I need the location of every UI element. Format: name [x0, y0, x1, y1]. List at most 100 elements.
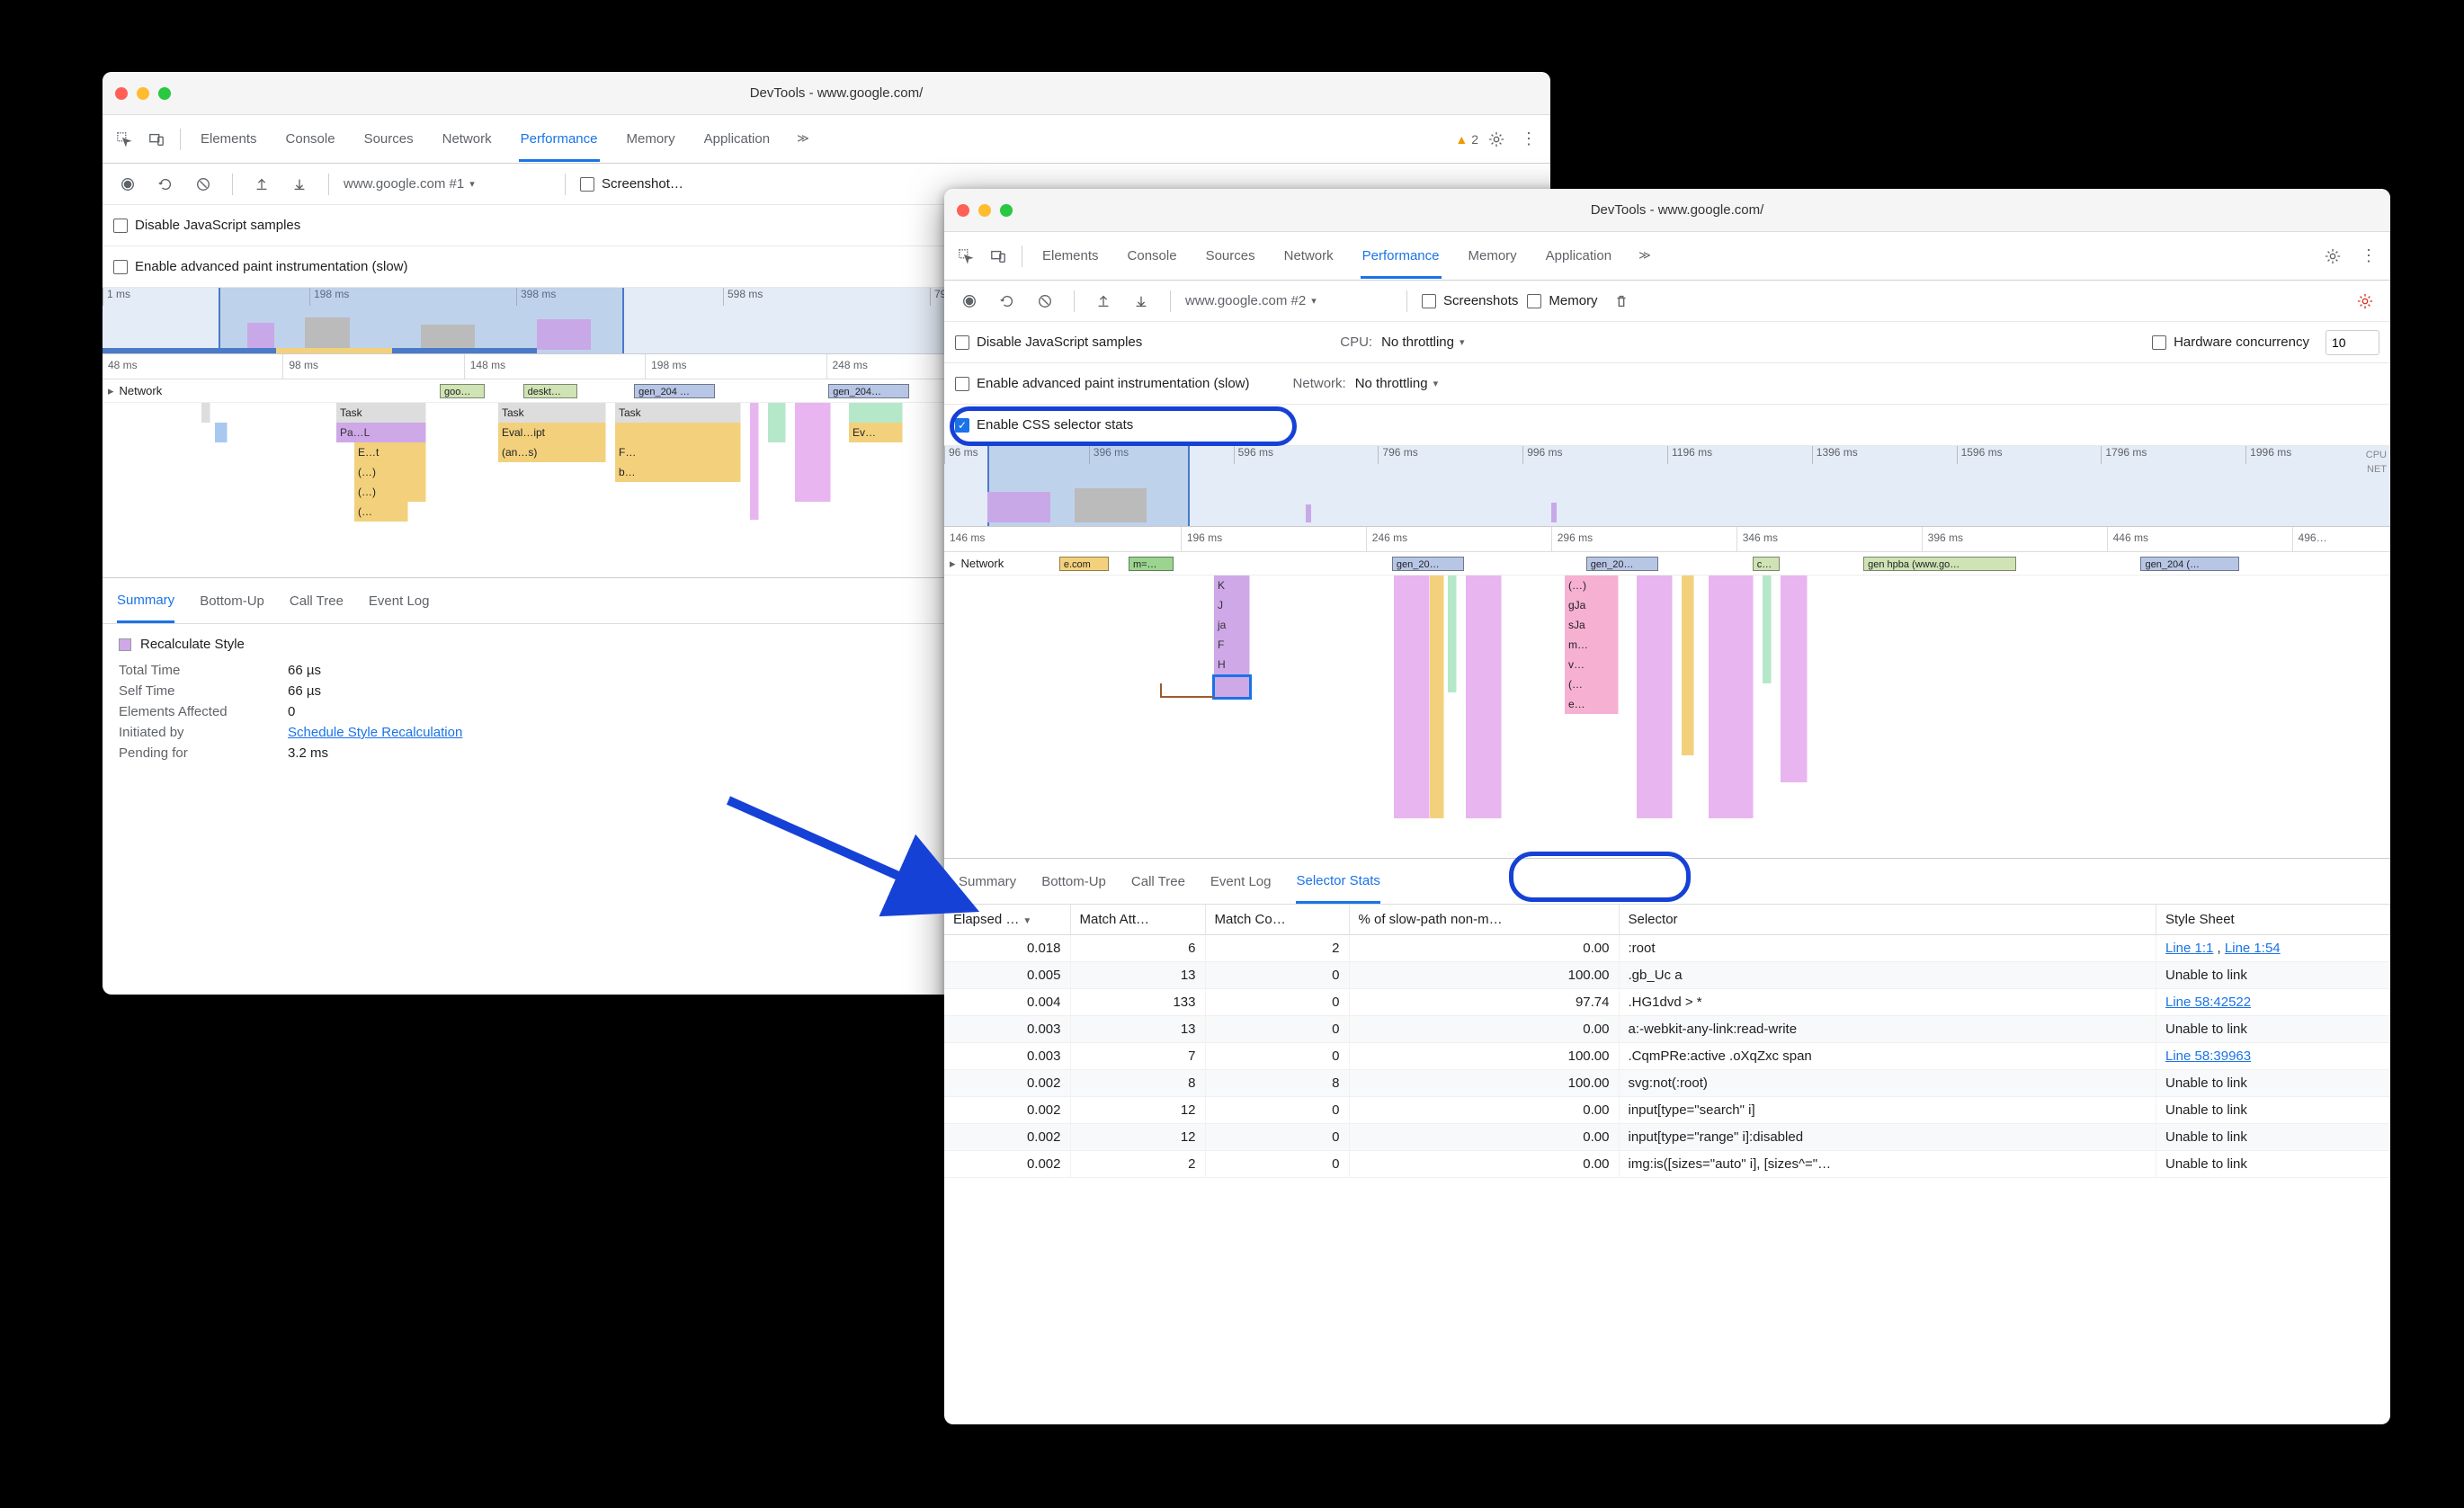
- upload-icon[interactable]: [1089, 287, 1118, 316]
- expand-icon[interactable]: ▸: [103, 384, 120, 398]
- flame-event[interactable]: (…: [354, 502, 408, 522]
- tab-summary[interactable]: Summary: [959, 874, 1016, 889]
- flame-event[interactable]: Task: [498, 403, 606, 423]
- flame-event[interactable]: [1466, 576, 1502, 818]
- col-selector[interactable]: Selector: [1619, 905, 2156, 935]
- device-toolbar-icon[interactable]: [142, 125, 171, 154]
- tab-call-tree[interactable]: Call Tree: [290, 593, 344, 609]
- capture-settings-gear-icon[interactable]: [2351, 287, 2379, 316]
- reload-icon[interactable]: [993, 287, 1022, 316]
- flame-event[interactable]: v…: [1565, 655, 1619, 674]
- tab-memory[interactable]: Memory: [625, 131, 677, 147]
- hardware-concurrency-input[interactable]: [2326, 330, 2379, 355]
- disable-js-toggle[interactable]: Disable JavaScript samples: [113, 218, 300, 233]
- flame-event[interactable]: H: [1214, 655, 1250, 674]
- tab-bottom-up[interactable]: Bottom-Up: [200, 593, 264, 609]
- more-menu-icon[interactable]: ⋮: [2354, 242, 2383, 271]
- network-request[interactable]: gen_204…: [828, 384, 909, 398]
- memory-toggle[interactable]: Memory: [1527, 293, 1597, 308]
- tab-network[interactable]: Network: [441, 131, 494, 147]
- warnings-badge[interactable]: ▲ 2: [1455, 132, 1478, 147]
- maximize-icon[interactable]: [158, 87, 171, 100]
- reload-icon[interactable]: [151, 170, 180, 199]
- table-row[interactable]: 0.002200.00img:is([sizes="auto" i], [siz…: [944, 1151, 2390, 1178]
- flame-event[interactable]: Task: [336, 403, 426, 423]
- tab-call-tree[interactable]: Call Tree: [1131, 874, 1185, 889]
- tab-memory[interactable]: Memory: [1467, 248, 1519, 264]
- tab-application[interactable]: Application: [702, 131, 772, 147]
- tab-bottom-up[interactable]: Bottom-Up: [1041, 874, 1106, 889]
- more-menu-icon[interactable]: ⋮: [1514, 125, 1543, 154]
- flame-event[interactable]: b…: [615, 462, 741, 482]
- clear-icon[interactable]: [189, 170, 218, 199]
- titlebar[interactable]: DevTools - www.google.com/: [944, 189, 2390, 232]
- minimize-icon[interactable]: [978, 204, 991, 217]
- tab-performance[interactable]: Performance: [1361, 248, 1442, 279]
- network-request[interactable]: deskt…: [523, 384, 577, 398]
- flame-event[interactable]: [215, 423, 228, 442]
- close-icon[interactable]: [115, 87, 128, 100]
- network-request[interactable]: goo…: [440, 384, 485, 398]
- flame-event[interactable]: Eval…ipt: [498, 423, 606, 442]
- table-row[interactable]: 0.018620.00:rootLine 1:1 , Line 1:54: [944, 935, 2390, 962]
- disable-js-toggle[interactable]: Disable JavaScript samples: [955, 335, 1142, 350]
- flame-event[interactable]: [849, 403, 903, 423]
- source-link[interactable]: Line 1:54: [2225, 941, 2281, 956]
- device-toolbar-icon[interactable]: [984, 242, 1013, 271]
- network-request[interactable]: gen hpba (www.go…: [1863, 557, 2016, 571]
- gear-icon[interactable]: [2318, 242, 2347, 271]
- tab-sources[interactable]: Sources: [1204, 248, 1257, 264]
- flame-event[interactable]: Task: [615, 403, 741, 423]
- inspect-icon[interactable]: [951, 242, 980, 271]
- flame-event[interactable]: [750, 403, 759, 520]
- recording-select[interactable]: www.google.com #1: [344, 176, 550, 192]
- paint-instrumentation-toggle[interactable]: Enable advanced paint instrumentation (s…: [113, 259, 408, 274]
- initiator-link[interactable]: Schedule Style Recalculation: [288, 725, 462, 740]
- expand-icon[interactable]: ▸: [944, 557, 961, 571]
- download-icon[interactable]: [285, 170, 314, 199]
- timeline-ruler[interactable]: 146 ms 196 ms 246 ms 296 ms 346 ms 396 m…: [944, 527, 2390, 552]
- col-elapsed[interactable]: Elapsed …: [944, 905, 1070, 935]
- screenshots-toggle[interactable]: Screenshots: [1422, 293, 1518, 308]
- tab-console[interactable]: Console: [1126, 248, 1179, 264]
- flame-event[interactable]: sJa: [1565, 615, 1619, 635]
- maximize-icon[interactable]: [1000, 204, 1013, 217]
- source-link[interactable]: Line 58:39963: [2165, 1048, 2251, 1064]
- screenshots-toggle[interactable]: Screenshot…: [580, 176, 683, 192]
- network-throttling-select[interactable]: No throttling: [1355, 376, 1438, 391]
- more-tabs-icon[interactable]: ≫: [797, 131, 809, 147]
- table-row[interactable]: 0.00288100.00svg:not(:root)Unable to lin…: [944, 1070, 2390, 1097]
- network-request[interactable]: e.com: [1059, 557, 1109, 571]
- flame-event[interactable]: [1781, 576, 1808, 782]
- more-tabs-icon[interactable]: ≫: [1638, 248, 1651, 264]
- record-icon[interactable]: [955, 287, 984, 316]
- record-icon[interactable]: [113, 170, 142, 199]
- clear-icon[interactable]: [1031, 287, 1059, 316]
- flame-event[interactable]: ja: [1214, 615, 1250, 635]
- upload-icon[interactable]: [247, 170, 276, 199]
- table-row[interactable]: 0.0031300.00a:-webkit-any-link:read-writ…: [944, 1016, 2390, 1043]
- tab-elements[interactable]: Elements: [1040, 248, 1101, 264]
- tab-summary[interactable]: Summary: [117, 593, 174, 623]
- flame-event[interactable]: m…: [1565, 635, 1619, 655]
- tab-application[interactable]: Application: [1544, 248, 1613, 264]
- flame-event[interactable]: F: [1214, 635, 1250, 655]
- flame-event[interactable]: [1448, 576, 1457, 692]
- cpu-throttling-select[interactable]: No throttling: [1381, 335, 1464, 350]
- table-row[interactable]: 0.0021200.00input[type="search" i]Unable…: [944, 1097, 2390, 1124]
- selected-flame-event[interactable]: [1212, 674, 1252, 700]
- table-row[interactable]: 0.0021200.00input[type="range" i]:disabl…: [944, 1124, 2390, 1151]
- hardware-concurrency-toggle[interactable]: Hardware concurrency: [2152, 335, 2309, 350]
- network-request[interactable]: gen_20…: [1586, 557, 1658, 571]
- flame-event[interactable]: [201, 403, 210, 423]
- paint-instrumentation-toggle[interactable]: Enable advanced paint instrumentation (s…: [955, 376, 1250, 391]
- tab-selector-stats[interactable]: Selector Stats: [1296, 873, 1379, 904]
- flame-event[interactable]: [1637, 576, 1673, 818]
- flame-chart[interactable]: ▸ Network e.com m=… gen_20… gen_20… c… g…: [944, 552, 2390, 858]
- flame-event[interactable]: [1394, 576, 1430, 818]
- tab-event-log[interactable]: Event Log: [1210, 874, 1272, 889]
- flame-event[interactable]: gJa: [1565, 595, 1619, 615]
- network-request[interactable]: gen_20…: [1392, 557, 1464, 571]
- flame-event[interactable]: (…): [1565, 576, 1619, 595]
- table-row[interactable]: 0.004133097.74.HG1dvd > *Line 58:42522: [944, 989, 2390, 1016]
